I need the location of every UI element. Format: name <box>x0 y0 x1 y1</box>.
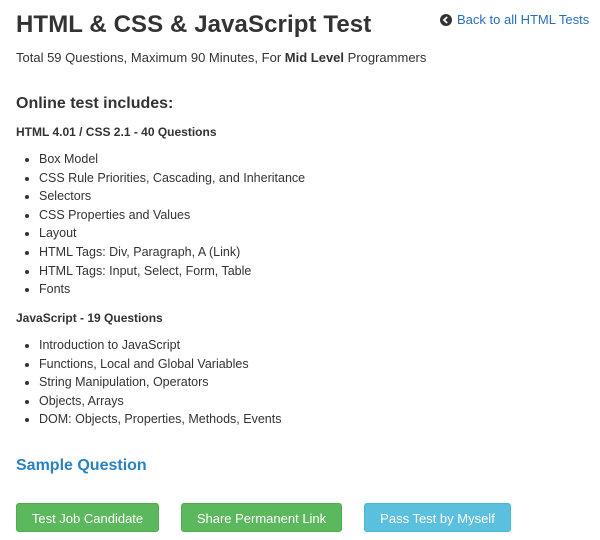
topic-list-html-css: Box Model CSS Rule Priorities, Cascading… <box>22 150 305 299</box>
section-heading-html-css: HTML 4.01 / CSS 2.1 - 40 Questions <box>16 125 217 139</box>
test-summary: Total 59 Questions, Maximum 90 Minutes, … <box>16 50 426 65</box>
topic-item: CSS Rule Priorities, Cascading, and Inhe… <box>39 169 305 188</box>
topic-item: HTML Tags: Div, Paragraph, A (Link) <box>39 243 305 262</box>
section-heading-javascript: JavaScript - 19 Questions <box>16 311 163 325</box>
share-permanent-link-button[interactable]: Share Permanent Link <box>181 503 342 532</box>
topic-item: String Manipulation, Operators <box>39 373 281 392</box>
topic-item: CSS Properties and Values <box>39 206 305 225</box>
topic-item: HTML Tags: Input, Select, Form, Table <box>39 262 305 281</box>
includes-heading: Online test includes: <box>16 95 174 112</box>
topic-item: DOM: Objects, Properties, Methods, Event… <box>39 410 281 429</box>
topic-item: Fonts <box>39 280 305 299</box>
back-to-tests-link[interactable]: Back to all HTML Tests <box>440 12 589 27</box>
topic-item: Objects, Arrays <box>39 392 281 411</box>
pass-test-by-myself-button[interactable]: Pass Test by Myself <box>364 503 511 532</box>
test-job-candidate-button[interactable]: Test Job Candidate <box>16 503 159 532</box>
page-title: HTML & CSS & JavaScript Test <box>16 11 372 38</box>
topic-list-javascript: Introduction to JavaScript Functions, Lo… <box>22 336 281 429</box>
summary-suffix: Programmers <box>344 50 427 65</box>
topic-item: Layout <box>39 224 305 243</box>
topic-item: Functions, Local and Global Variables <box>39 355 281 374</box>
summary-prefix: Total 59 Questions, Maximum 90 Minutes, … <box>16 50 285 65</box>
arrow-left-circle-icon <box>440 13 452 26</box>
topic-item: Introduction to JavaScript <box>39 336 281 355</box>
back-link-label: Back to all HTML Tests <box>457 12 590 27</box>
topic-item: Box Model <box>39 150 305 169</box>
summary-level: Mid Level <box>284 50 345 65</box>
topic-item: Selectors <box>39 187 305 206</box>
sample-question-link[interactable]: Sample Question <box>16 457 147 475</box>
